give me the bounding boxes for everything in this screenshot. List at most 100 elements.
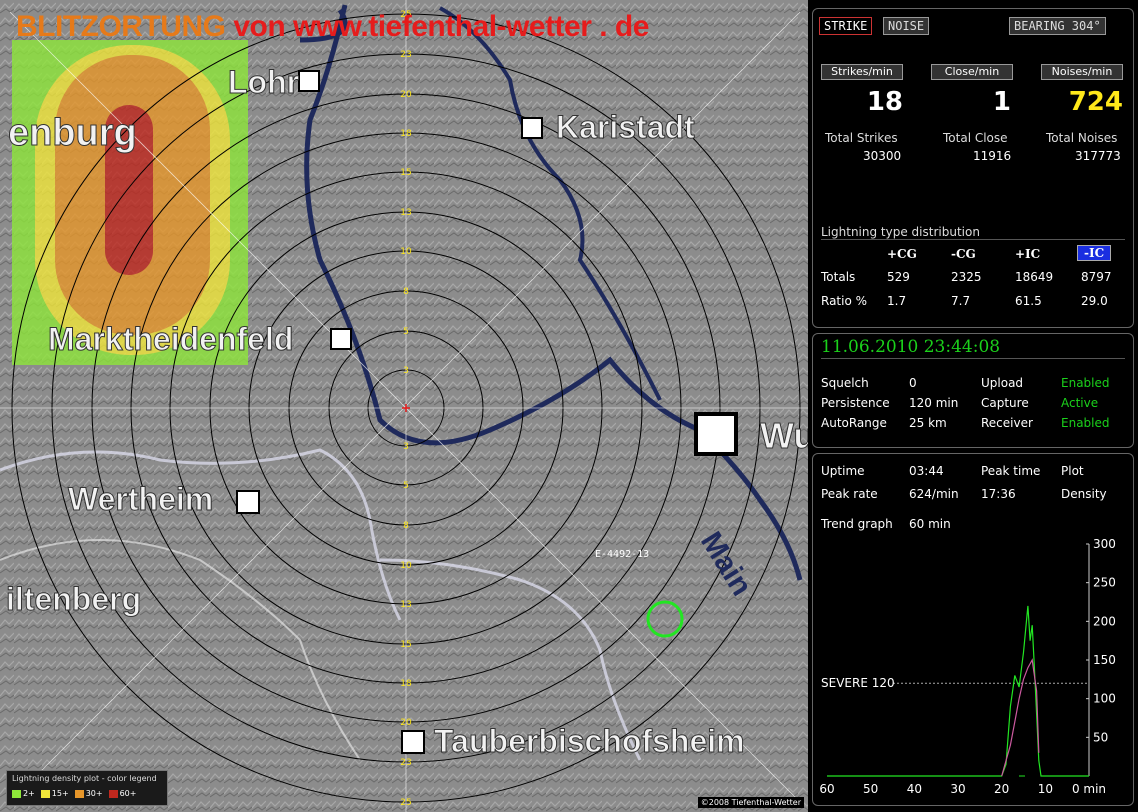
legend-item: 2+ (12, 789, 35, 798)
uptime-label: Uptime (821, 464, 865, 478)
bearing-button[interactable]: BEARING 304° (1009, 17, 1106, 35)
divider (821, 239, 1125, 240)
x-tick-label: 0 min (1072, 782, 1106, 796)
title-part2: von www.tiefenthal-wetter . de (233, 10, 649, 43)
legend-label: 2+ (23, 789, 35, 798)
y-tick-label: 250 (1093, 576, 1116, 590)
station-label: E-4492-13 (595, 549, 649, 560)
strikes-per-min-header: Strikes/min (821, 64, 903, 80)
col-minus-cg: -CG (951, 247, 976, 261)
legend-label: 15+ (51, 789, 69, 798)
upload-label: Upload (981, 376, 1024, 390)
ratio-cell: 1.7 (887, 294, 907, 308)
total-cell: 18649 (1015, 270, 1054, 284)
range-label: 20 (400, 90, 412, 100)
plot-label: Plot (1061, 464, 1084, 478)
total-strikes-label: Total Strikes (825, 131, 898, 145)
col-minus-ic[interactable]: -IC (1077, 245, 1112, 261)
close-per-min-value: 1 (992, 87, 1011, 117)
total-close-label: Total Close (943, 131, 1008, 145)
autorange-label: AutoRange (821, 416, 887, 430)
range-label: 10 (400, 561, 412, 571)
total-noises-label: Total Noises (1046, 131, 1118, 145)
ratio-cell: 7.7 (951, 294, 971, 308)
trend-panel: Uptime 03:44 Peak time Plot Peak rate 62… (812, 453, 1134, 806)
peak-rate-value: 624/min (909, 487, 959, 501)
receiver-value: Enabled (1061, 416, 1110, 430)
strike-button[interactable]: STRIKE (819, 17, 873, 35)
ratio-label: Ratio % (821, 294, 868, 308)
total-close-value: 11916 (973, 149, 1012, 163)
legend-swatch (74, 789, 84, 798)
place-label: Wu (760, 415, 808, 456)
range-label: 3 (403, 366, 409, 376)
peak-rate-label: Peak rate (821, 487, 878, 501)
range-label: 10 (400, 247, 412, 257)
y-tick-label: 150 (1093, 653, 1116, 667)
map-canvas: 3355881010131315151818202023232525 Lohr … (0, 0, 808, 812)
ratio-cell: 61.5 (1015, 294, 1042, 308)
autorange-value: 25 km (909, 416, 947, 430)
y-tick-label: 300 (1093, 537, 1116, 551)
legend-swatch (12, 789, 21, 798)
x-tick-label: 60 (819, 782, 834, 796)
distribution-title: Lightning type distribution (821, 225, 980, 239)
noises-per-min-header: Noises/min (1041, 64, 1123, 80)
col-plus-cg: +CG (887, 247, 917, 261)
y-tick-label: 200 (1093, 614, 1116, 628)
uptime-value: 03:44 (909, 464, 944, 478)
place-label: Karistadt (556, 109, 695, 145)
trend-value: 60 min (909, 517, 951, 531)
total-noises-value: 317773 (1075, 149, 1121, 163)
place-label: iltenberg (6, 581, 141, 617)
range-label: 18 (400, 129, 412, 139)
legend-item: 30+ (74, 789, 103, 798)
x-tick-label: 10 (1038, 782, 1053, 796)
threshold-label: SEVERE 120 (821, 676, 895, 690)
range-label: 5 (403, 481, 409, 491)
capture-value: Active (1061, 396, 1099, 410)
map-title: BLITZORTUNG von www.tiefenthal-wetter . … (16, 10, 649, 44)
range-label: 5 (403, 327, 409, 337)
plot-value: Density (1061, 487, 1107, 501)
copyright: ©2008 Tiefenthal-Wetter (697, 797, 804, 808)
x-tick-label: 40 (907, 782, 922, 796)
status-panel: 11.06.2010 23:44:08 Squelch 0 Upload Ena… (812, 333, 1134, 448)
x-tick-label: 30 (950, 782, 965, 796)
range-label: 3 (403, 442, 409, 452)
legend-item: 15+ (40, 789, 69, 798)
range-label: 15 (400, 168, 411, 178)
totals-label: Totals (821, 270, 856, 284)
col-plus-ic: +IC (1015, 247, 1041, 261)
x-tick-label: 20 (994, 782, 1009, 796)
ratio-cell: 29.0 (1081, 294, 1108, 308)
persistence-value: 120 min (909, 396, 959, 410)
range-label: 23 (400, 50, 411, 60)
density-legend: Lightning density plot - color legend 2+… (6, 770, 168, 806)
trend-label: Trend graph (821, 517, 893, 531)
datetime: 11.06.2010 23:44:08 (821, 337, 1001, 357)
lightning-map[interactable]: 3 3 5 5 8 8 10 10 13 13 15 15 18 18 20 20 23 23 25 25 Lohr … (0, 0, 808, 812)
y-tick-label: 50 (1093, 730, 1108, 744)
range-label: 18 (400, 679, 412, 689)
receiver-label: Receiver (981, 416, 1033, 430)
range-label: 8 (403, 287, 409, 297)
range-label: 8 (403, 521, 409, 531)
legend-swatch (108, 789, 118, 798)
peak-time-value: 17:36 (981, 487, 1016, 501)
trend-graph: 300 250 200 150 100 50 60 50 40 30 20 10 0 min SEVERE… (819, 537, 1116, 796)
y-tick-label: 100 (1093, 692, 1116, 706)
squelch-value: 0 (909, 376, 917, 390)
range-label: 25 (400, 798, 411, 808)
persistence-label: Persistence (821, 396, 890, 410)
place-label: Tauberbischofsheim (434, 723, 745, 759)
noise-button[interactable]: NOISE (883, 17, 930, 35)
range-label: 23 (400, 758, 411, 768)
total-strikes-value: 30300 (863, 149, 902, 163)
peak-time-label: Peak time (981, 464, 1041, 478)
place-label: Lohr (228, 64, 299, 100)
legend-label: 30+ (85, 789, 103, 798)
range-label: 13 (400, 600, 411, 610)
legend-label: 60+ (119, 789, 137, 798)
legend-title: Lightning density plot - color legend (12, 774, 157, 783)
